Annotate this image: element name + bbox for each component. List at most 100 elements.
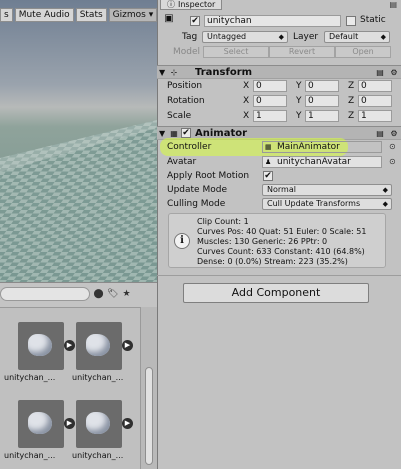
culling-mode-value: Cull Update Transforms <box>267 199 361 208</box>
tag-dropdown[interactable]: Untagged ◆ <box>202 31 288 43</box>
rotation-y-input[interactable]: 0 <box>305 95 339 107</box>
animation-clip-icon: ▶ <box>18 322 75 370</box>
culling-mode-dropdown[interactable]: Cull Update Transforms ◆ <box>262 198 392 210</box>
controller-value: MainAnimator <box>277 142 340 152</box>
animation-clip-icon: ▶ <box>18 400 75 448</box>
apply-root-motion-checkbox[interactable]: ✔ <box>263 171 273 181</box>
layer-value: Default <box>329 32 359 41</box>
filter-by-type-icon[interactable]: ⬤ <box>93 289 104 300</box>
play-icon[interactable]: ▶ <box>64 340 75 351</box>
controller-field[interactable]: ▦ MainAnimator <box>262 141 382 153</box>
chevron-down-icon: ◆ <box>380 33 386 41</box>
add-component-button[interactable]: Add Component <box>183 283 369 303</box>
animation-clip-icon: ▶ <box>76 400 133 448</box>
chevron-down-icon: ◆ <box>278 33 284 41</box>
scale-x-input[interactable]: 1 <box>253 110 287 122</box>
rotation-x-input[interactable]: 0 <box>253 95 287 107</box>
transform-header[interactable]: ▼ ⊹ Transform ▤ ⚙ <box>157 65 401 79</box>
scrollbar-thumb[interactable] <box>145 367 153 465</box>
mute-audio-button[interactable]: Mute Audio <box>14 8 74 22</box>
scene-view[interactable]: s Mute Audio Stats Gizmos ▾ <box>0 0 157 282</box>
scene-toolbar: s Mute Audio Stats Gizmos ▾ <box>0 8 157 22</box>
scene-floor-grid <box>0 120 157 282</box>
asset-item[interactable]: ▶ unitychan_... <box>72 400 133 460</box>
object-picker-icon[interactable]: ⊙ <box>389 157 396 166</box>
help-book-icon[interactable]: ▤ <box>375 129 385 139</box>
tab-inspector-label: Inspector <box>178 0 216 9</box>
avatar-field[interactable]: ♟ unitychanAvatar <box>262 156 382 168</box>
gear-icon[interactable]: ⚙ <box>389 68 399 78</box>
object-picker-icon[interactable]: ⊙ <box>389 142 396 151</box>
project-search-input[interactable] <box>0 287 90 301</box>
effects-toggle[interactable]: s <box>0 8 13 22</box>
tag-value: Untagged <box>207 32 247 41</box>
layer-dropdown[interactable]: Default ◆ <box>324 31 390 43</box>
info-line: Curves Pos: 40 Quat: 51 Euler: 0 Scale: … <box>197 227 367 236</box>
tag-label: Tag <box>182 32 198 42</box>
position-z-input[interactable]: 0 <box>358 80 392 92</box>
info-line: Dense: 0 (0.0%) Stream: 223 (35.2%) <box>197 257 348 266</box>
asset-label: unitychan_... <box>72 451 124 460</box>
axis-y-label: Y <box>296 96 302 106</box>
play-icon[interactable]: ▶ <box>122 418 133 429</box>
axis-y-label: Y <box>296 111 302 121</box>
foldout-arrow-icon[interactable]: ▼ <box>159 68 165 77</box>
asset-label: unitychan_... <box>4 373 56 382</box>
scale-label: Scale <box>167 111 192 121</box>
avatar-label: Avatar <box>167 157 197 167</box>
chevron-down-icon: ▾ <box>148 10 154 20</box>
animator-enabled-checkbox[interactable]: ✔ <box>181 128 191 138</box>
play-icon[interactable]: ▶ <box>64 418 75 429</box>
info-line: Clip Count: 1 <box>197 217 249 226</box>
axis-x-label: X <box>243 81 250 91</box>
animator-info-box: i Clip Count: 1 Curves Pos: 40 Quat: 51 … <box>168 213 386 268</box>
culling-mode-label: Culling Mode <box>167 199 226 209</box>
favorites-star-icon[interactable]: ★ <box>121 289 132 300</box>
axis-x-label: X <box>243 96 250 106</box>
rotation-z-input[interactable]: 0 <box>358 95 392 107</box>
update-mode-label: Update Mode <box>167 185 227 195</box>
update-mode-value: Normal <box>267 185 296 194</box>
position-y-input[interactable]: 0 <box>305 80 339 92</box>
model-open-button[interactable]: Open <box>335 46 391 58</box>
model-label: Model <box>173 47 201 57</box>
project-toolbar: ⬤ 🏷 ★ <box>0 283 157 305</box>
project-panel: ⬤ 🏷 ★ ▶ unitychan_... ▶ unitychan_... ▶ … <box>0 282 157 469</box>
asset-grid: ▶ unitychan_... ▶ unitychan_... ▶ unityc… <box>0 307 140 469</box>
axis-z-label: Z <box>348 81 355 91</box>
asset-item[interactable]: ▶ unitychan_... <box>4 322 75 382</box>
filter-by-label-icon[interactable]: 🏷 <box>107 289 118 300</box>
scale-z-input[interactable]: 1 <box>358 110 392 122</box>
gizmos-dropdown[interactable]: Gizmos ▾ <box>108 8 157 22</box>
avatar-value: unitychanAvatar <box>277 157 351 167</box>
asset-item[interactable]: ▶ unitychan_... <box>4 400 75 460</box>
asset-grid-scrollbar[interactable] <box>140 307 157 469</box>
play-icon[interactable]: ▶ <box>122 340 133 351</box>
avatar-person-icon: ♟ <box>265 158 272 166</box>
chevron-down-icon: ◆ <box>382 200 388 208</box>
object-name-input[interactable]: unitychan <box>204 15 341 27</box>
lock-icon[interactable]: ▤ <box>389 0 397 9</box>
chevron-down-icon: ◆ <box>382 186 388 194</box>
asset-item[interactable]: ▶ unitychan_... <box>72 322 133 382</box>
position-x-input[interactable]: 0 <box>253 80 287 92</box>
asset-label: unitychan_... <box>72 373 124 382</box>
update-mode-dropdown[interactable]: Normal ◆ <box>262 184 392 196</box>
gear-icon[interactable]: ⚙ <box>389 129 399 139</box>
asset-label: unitychan_... <box>4 451 56 460</box>
controller-label: Controller <box>167 142 212 152</box>
layer-label: Layer <box>293 32 319 42</box>
stats-button[interactable]: Stats <box>75 8 107 22</box>
model-revert-button[interactable]: Revert <box>269 46 335 58</box>
help-book-icon[interactable]: ▤ <box>375 68 385 78</box>
foldout-arrow-icon[interactable]: ▼ <box>159 129 165 138</box>
apply-root-motion-label: Apply Root Motion <box>167 171 250 181</box>
scale-y-input[interactable]: 1 <box>305 110 339 122</box>
model-select-button[interactable]: Select <box>203 46 269 58</box>
static-checkbox[interactable] <box>346 16 356 26</box>
axis-x-label: X <box>243 111 250 121</box>
rotation-label: Rotation <box>167 96 205 106</box>
animator-controller-icon: ▦ <box>265 143 272 151</box>
tab-inspector[interactable]: ⓘ Inspector <box>160 0 223 10</box>
active-checkbox[interactable]: ✔ <box>190 16 200 26</box>
